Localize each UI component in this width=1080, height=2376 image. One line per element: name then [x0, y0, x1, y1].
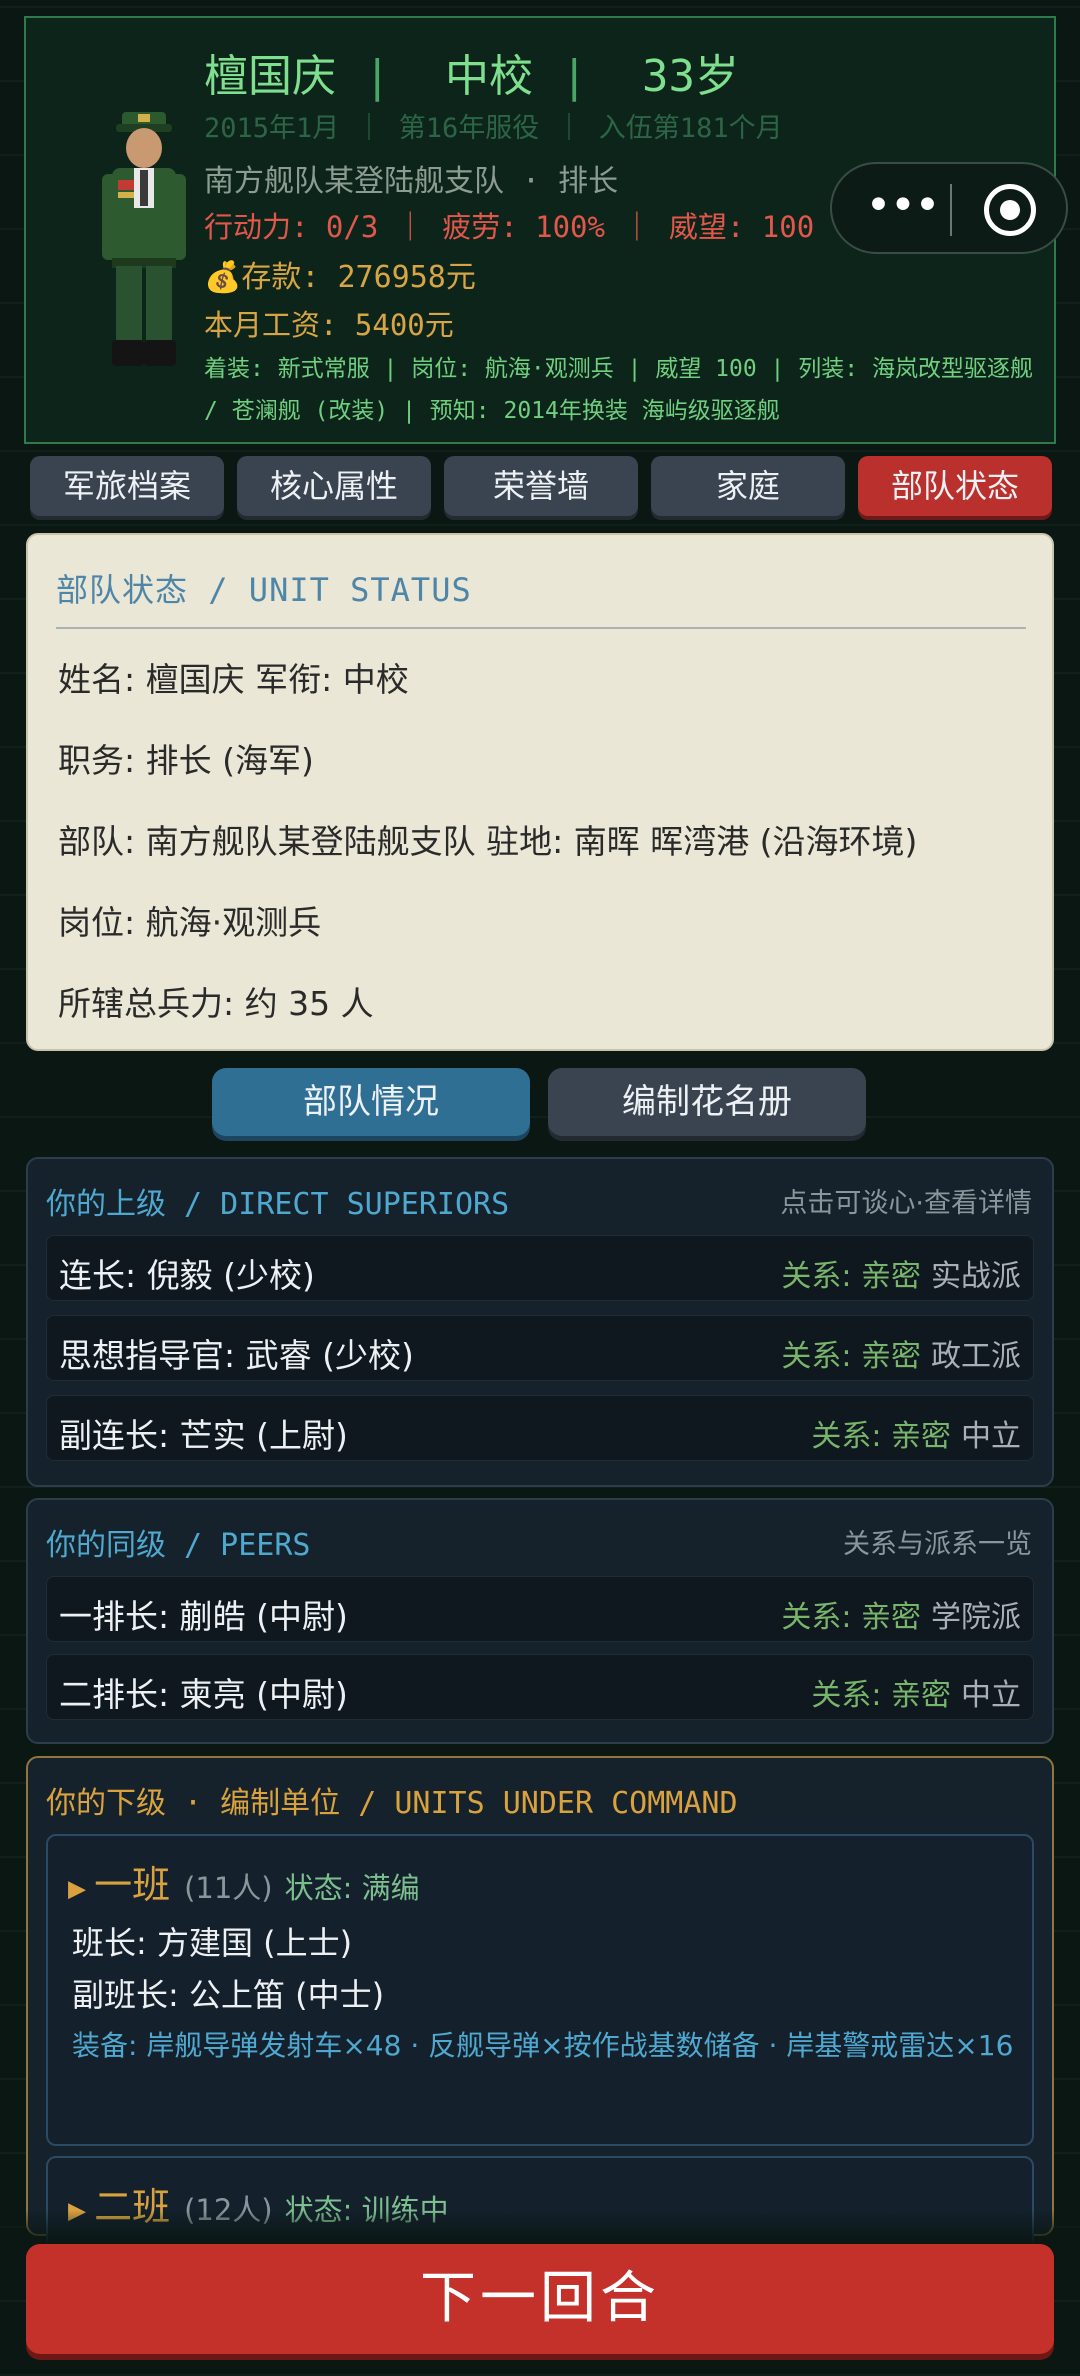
- profile-details: 着装: 新式常服 | 岗位: 航海·观测兵 | 威望 100 | 列装: 海岚改…: [204, 356, 1033, 424]
- unit-card[interactable]: ▶ 一班 (11人) 状态: 满编 班长: 方建国 (上士) 副班长: 公上笛 (中士…: [46, 1834, 1034, 2146]
- profile-stats: 行动力: 0/3 ｜ 疲劳: 100% ｜ 威望: 100: [204, 210, 815, 244]
- superior-name: 连长: 倪毅 (少校): [59, 1256, 315, 1295]
- peers-section: 你的同级 / PEERS 关系与派系一览 一排长: 蒯皓 (中尉) 关系: 亲密…: [26, 1498, 1054, 1744]
- peer-name: 一排长: 蒯皓 (中尉): [59, 1597, 348, 1636]
- unit-equipment: 装备: 岸舰导弹发射车×48 · 反舰导弹×按作战基数储备 · 岸基警戒雷达×1…: [72, 2029, 1014, 2062]
- peer-row[interactable]: 一排长: 蒯皓 (中尉) 关系: 亲密 学院派: [46, 1576, 1034, 1642]
- unit-header: ▶ 一班 (11人) 状态: 满编: [68, 1854, 420, 1909]
- superior-name: 思想指导官: 武睿 (少校): [59, 1336, 414, 1375]
- superiors-section: 你的上级 / DIRECT SUPERIORS 点击可谈心·查看详情 连长: 倪…: [26, 1157, 1054, 1487]
- tab-unit-status[interactable]: 部队状态: [858, 456, 1052, 516]
- peer-row[interactable]: 二排长: 柬亮 (中尉) 关系: 亲密 中立: [46, 1654, 1034, 1720]
- peers-title: 你的同级 / PEERS: [46, 1528, 311, 1563]
- capsule-divider: [950, 184, 952, 236]
- superiors-title: 你的上级 / DIRECT SUPERIORS: [46, 1187, 510, 1222]
- profile-age: 33岁: [642, 51, 739, 102]
- profile-title-row: 檀国庆 | 中校 | 33岁: [204, 51, 739, 102]
- profile-rank: 中校: [445, 51, 533, 102]
- subtab-roster[interactable]: 编制花名册: [548, 1068, 866, 1136]
- peer-name: 二排长: 柬亮 (中尉): [59, 1675, 348, 1714]
- status-total-strength: 所辖总兵力: 约 35 人: [58, 984, 374, 1023]
- profile-service: 2015年1月 ｜ 第16年服役 ｜ 入伍第181个月: [204, 113, 783, 144]
- more-dots-icon[interactable]: •••: [862, 184, 942, 234]
- relation: 关系: 亲密 中立: [811, 1419, 1021, 1454]
- miniapp-capsule: •••: [830, 162, 1068, 254]
- savings-text: 存款: 276958元: [241, 260, 476, 295]
- soldier-avatar: [102, 112, 186, 366]
- money-bag-icon: 💰: [204, 260, 242, 295]
- status-unit-station: 部队: 南方舰队某登陆舰支队 驻地: 南晖 晖湾港 (沿海环境): [58, 822, 918, 861]
- flag-icon: ▶: [68, 1871, 87, 1906]
- status-position: 职务: 排长 (海军): [58, 741, 314, 780]
- superior-row[interactable]: 思想指导官: 武睿 (少校) 关系: 亲密 政工派: [46, 1315, 1034, 1381]
- relation: 关系: 亲密 政工派: [781, 1339, 1021, 1374]
- main-tabs: 军旅档案 核心属性 荣誉墙 家庭 部队状态: [30, 456, 1052, 516]
- status-post: 岗位: 航海·观测兵: [58, 903, 322, 942]
- subtab-unit-overview[interactable]: 部队情况: [212, 1068, 530, 1136]
- unit-status-panel: 部队状态 / UNIT STATUS 姓名: 檀国庆 军衔: 中校 职务: 排长…: [26, 533, 1054, 1051]
- relation: 关系: 亲密 中立: [811, 1678, 1021, 1713]
- target-icon[interactable]: [984, 184, 1036, 236]
- superior-name: 副连长: 芒实 (上尉): [59, 1416, 348, 1455]
- tab-honor-wall[interactable]: 荣誉墙: [444, 456, 638, 516]
- peers-hint: 关系与派系一览: [843, 1529, 1032, 1560]
- profile-unit-post: 南方舰队某登陆舰支队 · 排长: [204, 164, 619, 199]
- unit-status-title: 部队状态 / UNIT STATUS: [56, 571, 472, 609]
- profile-card: 檀国庆 | 中校 | 33岁 2015年1月 ｜ 第16年服役 ｜ 入伍第181个月…: [24, 16, 1068, 444]
- superior-row[interactable]: 连长: 倪毅 (少校) 关系: 亲密 实战派: [46, 1235, 1034, 1301]
- scroll-fade: [0, 2210, 1080, 2244]
- unit-status: 状态: 满编: [284, 1871, 420, 1905]
- superiors-hint: 点击可谈心·查看详情: [780, 1188, 1032, 1219]
- tab-military-record[interactable]: 军旅档案: [30, 456, 224, 516]
- profile-salary: 本月工资: 5400元: [204, 308, 454, 342]
- unit-leader: 班长: 方建国 (上士): [72, 1924, 353, 1962]
- unit-deputy: 副班长: 公上笛 (中士): [72, 1976, 385, 2014]
- status-name-rank: 姓名: 檀国庆 军衔: 中校: [58, 660, 409, 699]
- profile-name: 檀国庆: [204, 51, 336, 102]
- relation: 关系: 亲密 学院派: [781, 1600, 1021, 1635]
- tab-core-attributes[interactable]: 核心属性: [237, 456, 431, 516]
- profile-savings: 💰存款: 276958元: [204, 252, 476, 296]
- tab-family[interactable]: 家庭: [651, 456, 845, 516]
- divider: [56, 627, 1026, 629]
- next-turn-button[interactable]: 下一回合: [26, 2244, 1054, 2354]
- unit-name: 一班: [94, 1863, 171, 1907]
- unit-count: (11人): [184, 1871, 273, 1905]
- sub-tabs: 部队情况 编制花名册: [212, 1068, 868, 1138]
- subordinates-title: 你的下级 · 编制单位 / UNITS UNDER COMMAND: [46, 1786, 738, 1821]
- superior-row[interactable]: 副连长: 芒实 (上尉) 关系: 亲密 中立: [46, 1395, 1034, 1461]
- relation: 关系: 亲密 实战派: [781, 1259, 1021, 1294]
- subordinates-section: 你的下级 · 编制单位 / UNITS UNDER COMMAND ▶ 一班 (11…: [26, 1756, 1054, 2276]
